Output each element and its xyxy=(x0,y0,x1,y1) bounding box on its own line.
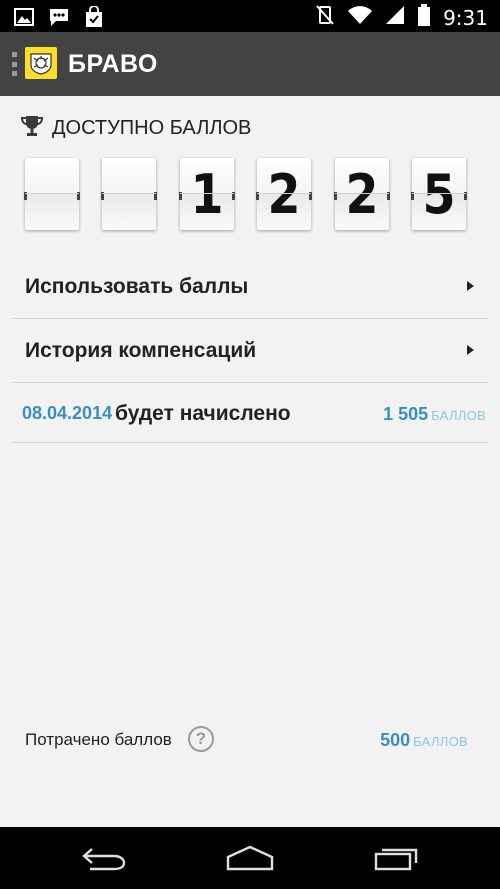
spent-points-row: Потрачено баллов ? 500 БАЛЛОВ xyxy=(25,724,475,754)
shopping-bag-icon xyxy=(84,5,104,33)
status-bar-time: 9:31 xyxy=(443,5,488,30)
counter-digit: 1 xyxy=(179,158,235,230)
status-bar: 9:31 xyxy=(0,0,500,32)
accrual-row: 08.04.2014 будет начислено 1 505 БАЛЛОВ xyxy=(12,383,488,443)
counter-digit: 5 xyxy=(411,158,467,230)
accrual-amount-unit: БАЛЛОВ xyxy=(431,408,486,423)
recent-apps-button[interactable] xyxy=(366,841,426,875)
counter-digit xyxy=(24,158,80,230)
signal-icon xyxy=(385,5,405,30)
spent-amount: 500 БАЛЛОВ xyxy=(380,729,468,753)
vibrate-off-icon xyxy=(315,4,335,31)
back-button[interactable] xyxy=(74,841,134,875)
use-points-row[interactable]: Использовать баллы xyxy=(12,255,488,319)
recent-apps-icon xyxy=(374,848,418,871)
trophy-icon xyxy=(20,114,44,143)
points-counter: 1 2 2 5 xyxy=(0,155,500,233)
app-logo[interactable] xyxy=(25,47,57,79)
arrow-right-icon xyxy=(467,345,474,355)
counter-digit: 2 xyxy=(334,158,390,230)
back-icon xyxy=(82,848,126,871)
accrual-text: будет начислено xyxy=(115,402,291,425)
arrow-right-icon xyxy=(467,281,474,291)
home-button[interactable] xyxy=(220,841,280,875)
use-points-label: Использовать баллы xyxy=(25,275,249,298)
navigation-bar xyxy=(0,827,500,889)
status-bar-notifications xyxy=(14,5,104,33)
wifi-icon xyxy=(347,5,373,30)
action-bar: БРАВО xyxy=(0,32,500,96)
app-title: БРАВО xyxy=(68,50,158,78)
status-bar-system: 9:31 xyxy=(315,4,488,31)
counter-digit xyxy=(101,158,157,230)
available-points-label: ДОСТУПНО БАЛЛОВ xyxy=(52,117,252,139)
drawer-toggle[interactable] xyxy=(12,52,18,76)
spent-points-label: Потрачено баллов xyxy=(25,730,172,749)
compensation-history-label: История компенсаций xyxy=(25,339,257,362)
image-icon xyxy=(14,7,34,32)
available-points-header: ДОСТУПНО БАЛЛОВ xyxy=(20,113,251,143)
spent-amount-value: 500 xyxy=(380,730,411,750)
counter-digit: 2 xyxy=(256,158,312,230)
accrual-amount: 1 505 БАЛЛОВ xyxy=(383,403,486,427)
battery-icon xyxy=(417,4,431,31)
compensation-history-row[interactable]: История компенсаций xyxy=(12,319,488,383)
bank-logo-icon xyxy=(30,53,52,75)
help-icon[interactable]: ? xyxy=(188,726,214,752)
spent-amount-unit: БАЛЛОВ xyxy=(413,734,468,749)
accrual-amount-value: 1 505 xyxy=(383,404,429,424)
home-icon xyxy=(226,845,274,871)
accrual-date: 08.04.2014 xyxy=(22,403,113,423)
chat-icon xyxy=(48,7,70,32)
